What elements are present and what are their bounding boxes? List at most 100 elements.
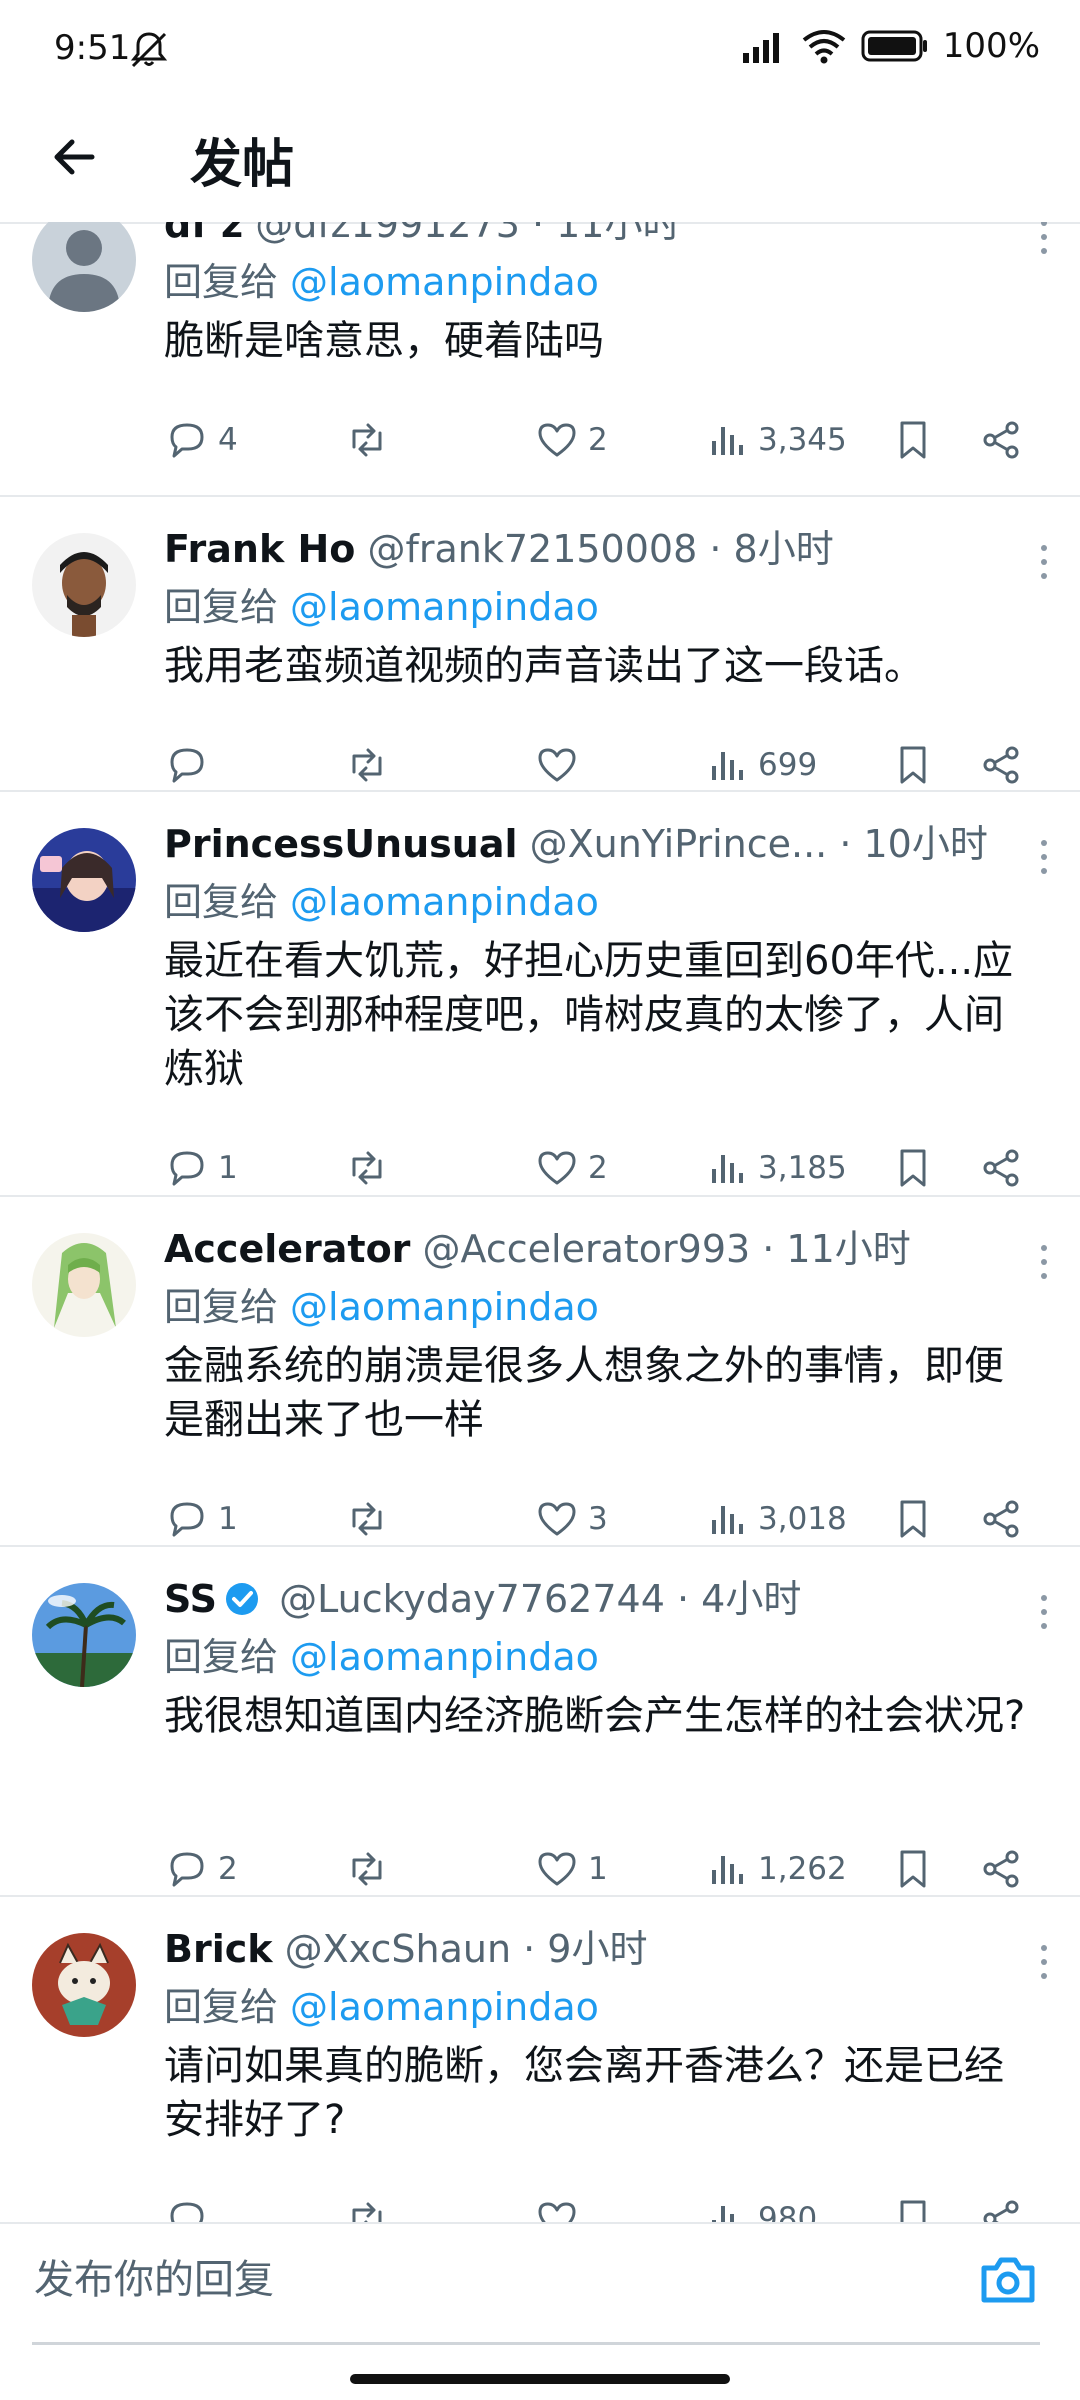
bookmark-button[interactable] (890, 1489, 936, 1549)
home-indicator[interactable] (350, 2374, 730, 2384)
back-button[interactable] (42, 124, 108, 190)
like-button[interactable]: 2 (534, 410, 608, 470)
views-button[interactable]: 3,185 (704, 1138, 847, 1198)
share-button[interactable] (978, 2189, 1024, 2222)
display-name[interactable]: df z (164, 222, 243, 246)
share-button[interactable] (978, 1138, 1024, 1198)
views-button[interactable]: 1,262 (704, 1839, 847, 1899)
reply-mention[interactable]: @laomanpindao (290, 1985, 599, 2029)
battery-icon (861, 30, 927, 62)
avatar-cat[interactable] (32, 1933, 136, 2037)
views-button[interactable]: 3,345 (704, 410, 847, 470)
bookmark-button[interactable] (890, 2189, 936, 2222)
reply-button[interactable]: 1 (164, 1138, 238, 1198)
like-count: 1 (588, 1851, 608, 1887)
avatar-anime-girl[interactable] (32, 828, 136, 932)
handle[interactable]: @dfz1991273 (255, 222, 520, 246)
like-button[interactable] (534, 735, 588, 795)
views-button[interactable]: 3,018 (704, 1489, 847, 1549)
like-button[interactable] (534, 2189, 588, 2222)
reply-icon (170, 748, 204, 783)
reply-button[interactable] (164, 735, 218, 795)
bookmark-button[interactable] (890, 1839, 936, 1899)
camera-icon[interactable] (976, 2248, 1040, 2312)
avatar-green-hair[interactable] (32, 1233, 136, 1337)
reply-mention[interactable]: @laomanpindao (290, 260, 599, 304)
like-button[interactable]: 3 (534, 1489, 608, 1549)
retweet-button[interactable] (344, 1489, 398, 1549)
reply-mention[interactable]: @laomanpindao (290, 880, 599, 924)
reply-button[interactable]: 4 (164, 410, 238, 470)
handle[interactable]: @XunYiPrince... (530, 822, 828, 866)
status-bar: 9:51 100% (0, 0, 1080, 96)
heart-icon (538, 1502, 576, 1536)
reply-input[interactable] (32, 2256, 936, 2304)
views-icon (712, 1506, 743, 1534)
display-name[interactable]: SS (164, 1577, 217, 1621)
avatar-palm[interactable] (32, 1583, 136, 1687)
retweet-button[interactable] (344, 410, 398, 470)
handle[interactable]: @XxcShaun (285, 1927, 511, 1971)
like-count: 3 (588, 1501, 608, 1537)
view-count: 3,185 (758, 1150, 847, 1186)
reply-tweet[interactable]: Frank Ho @frank72150008 · 8小时 回复给 @laoman… (0, 495, 1080, 792)
views-button[interactable]: 699 (704, 735, 817, 795)
share-button[interactable] (978, 1839, 1024, 1899)
reply-mention[interactable]: @laomanpindao (290, 1285, 599, 1329)
avatar-photo[interactable] (32, 533, 136, 637)
battery-percent: 100% (942, 26, 1040, 66)
reply-prefix: 回复给 (164, 260, 279, 304)
timestamp: · 11小时 (762, 1227, 911, 1271)
retweet-button[interactable] (344, 735, 398, 795)
retweet-button[interactable] (344, 2189, 398, 2222)
avatar-default[interactable] (32, 222, 136, 312)
reply-button[interactable] (164, 2189, 218, 2222)
display-name[interactable]: Frank Ho (164, 527, 355, 571)
bookmark-button[interactable] (890, 410, 936, 470)
views-button[interactable]: 980 (704, 2189, 817, 2222)
tweet-text: 请问如果真的脆断，您会离开香港么？还是已经安排好了? (164, 2043, 1004, 2143)
handle[interactable]: @Luckyday7762744 (279, 1577, 665, 1621)
bookmark-button[interactable] (890, 735, 936, 795)
reply-icon (170, 1151, 204, 1186)
reply-tweet[interactable]: df z @dfz1991273 · 11小时 回复给 @laomanpindao… (0, 222, 1080, 497)
reply-tweet[interactable]: Accelerator @Accelerator993 · 11小时 回复给 @l… (0, 1195, 1080, 1547)
bookmark-icon (900, 1500, 926, 1538)
reply-mention[interactable]: @laomanpindao (290, 585, 599, 629)
display-name[interactable]: PrincessUnusual (164, 822, 518, 866)
reply-tweet[interactable]: SS @Luckyday7762744 · 4小时 回复给 @laomanpind… (0, 1545, 1080, 1897)
share-button[interactable] (978, 1489, 1024, 1549)
reply-to-line: 回复给 @laomanpindao (164, 872, 1040, 932)
action-bar: 1 3 3,018 (164, 1489, 1056, 1549)
display-name[interactable]: Accelerator (164, 1227, 410, 1271)
reply-prefix: 回复给 (164, 1635, 279, 1679)
reply-count: 1 (218, 1501, 238, 1537)
retweet-icon (352, 1502, 382, 1536)
wifi-icon (802, 30, 846, 64)
reply-prefix: 回复给 (164, 880, 279, 924)
views-icon (712, 2206, 734, 2222)
bookmark-button[interactable] (890, 1138, 936, 1198)
reply-tweet[interactable]: Brick @XxcShaun · 9小时 回复给 @laomanpindao 请… (0, 1895, 1080, 2222)
retweet-button[interactable] (344, 1138, 398, 1198)
tweet-text: 我很想知道国内经济脆断会产生怎样的社会状况? (164, 1693, 1026, 1739)
views-icon (712, 1155, 743, 1183)
share-button[interactable] (978, 735, 1024, 795)
display-name[interactable]: Brick (164, 1927, 273, 1971)
share-icon (983, 421, 1019, 459)
reply-to-line: 回复给 @laomanpindao (164, 252, 1040, 312)
retweet-button[interactable] (344, 1839, 398, 1899)
share-button[interactable] (978, 410, 1024, 470)
handle[interactable]: @Accelerator993 (423, 1227, 751, 1271)
handle[interactable]: @frank72150008 (367, 527, 697, 571)
reply-button[interactable]: 2 (164, 1839, 238, 1899)
like-button[interactable]: 1 (534, 1839, 608, 1899)
like-button[interactable]: 2 (534, 1138, 608, 1198)
timestamp: · 9小时 (523, 1927, 648, 1971)
heart-icon (538, 1151, 576, 1185)
reply-button[interactable]: 1 (164, 1489, 238, 1549)
action-bar: 980 (164, 2189, 1056, 2222)
share-icon (983, 1850, 1019, 1888)
reply-tweet[interactable]: PrincessUnusual @XunYiPrince... · 10小时 回… (0, 790, 1080, 1197)
reply-mention[interactable]: @laomanpindao (290, 1635, 599, 1679)
